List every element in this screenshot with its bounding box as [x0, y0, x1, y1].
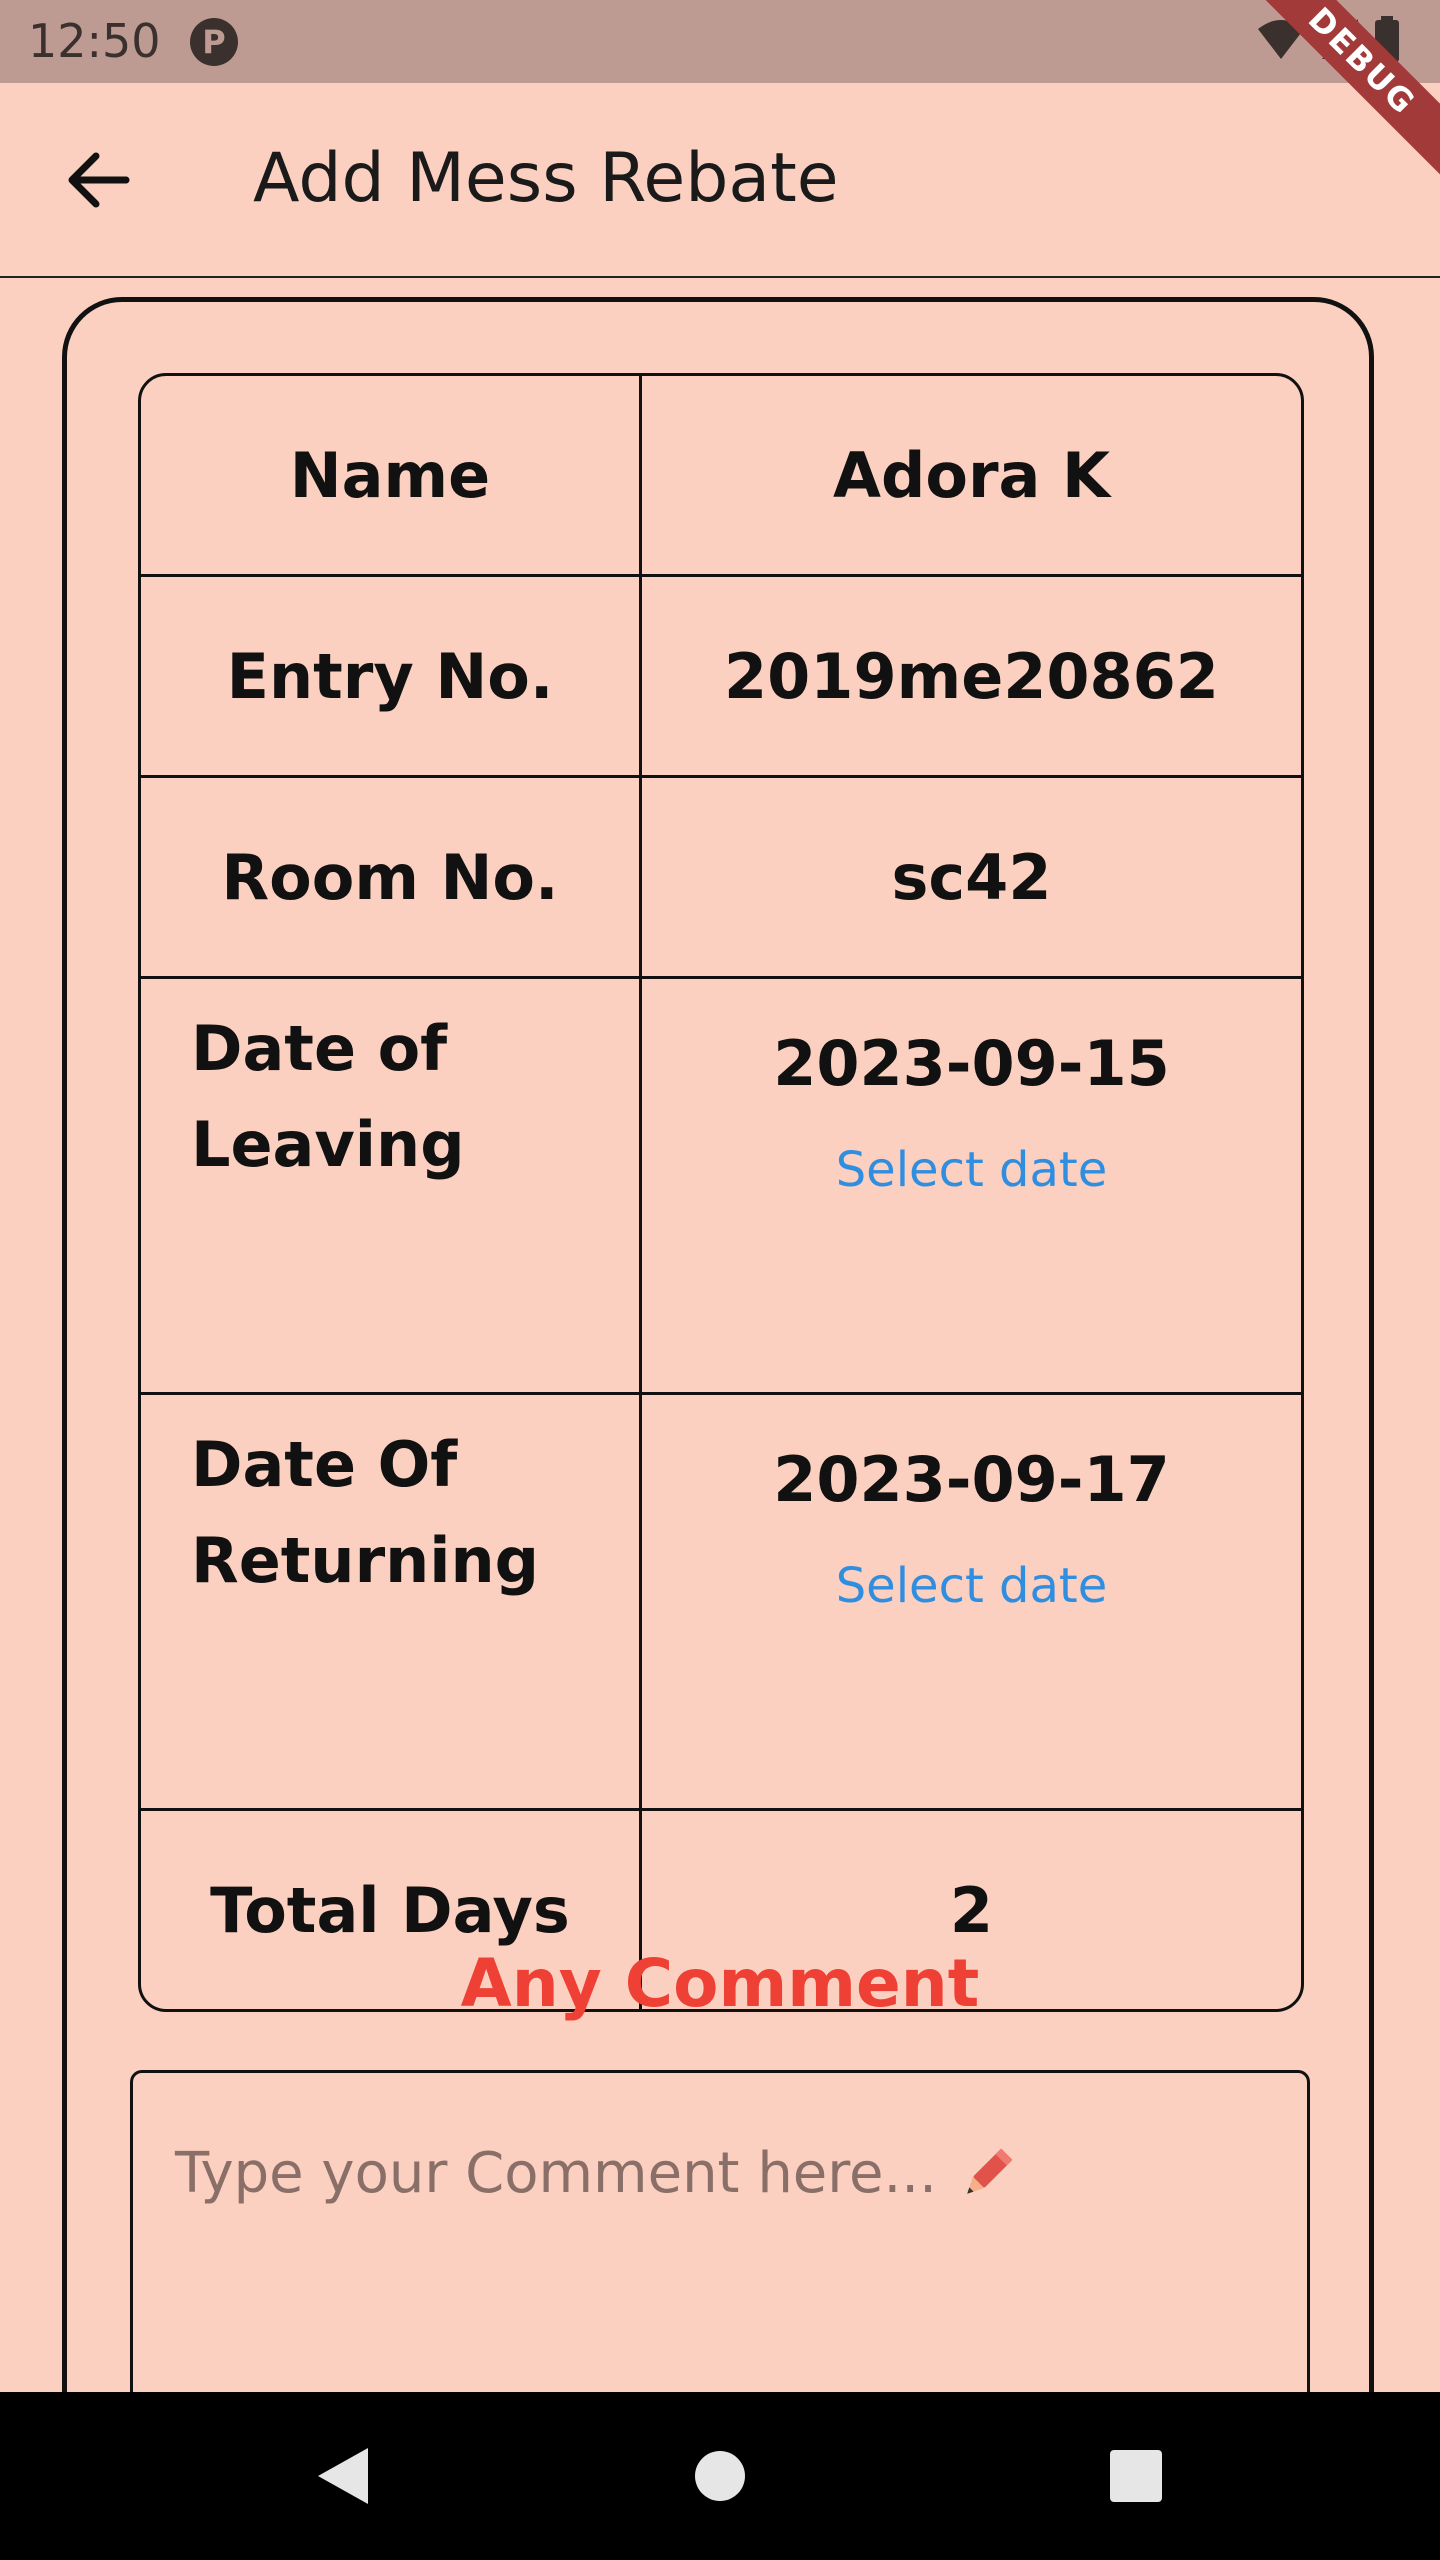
label-room-no: Room No.: [141, 778, 642, 979]
comment-heading: Any Comment: [460, 1945, 980, 2022]
table-row: Entry No. 2019me20862: [141, 577, 1301, 778]
label-date-of-returning: Date Of Returning: [141, 1395, 642, 1811]
app-notification-icon: P: [190, 18, 238, 66]
table-row: Date Of Returning 2023-09-17 Select date: [141, 1395, 1301, 1811]
value-room-no: sc42: [642, 778, 1301, 979]
label-entry-no: Entry No.: [141, 577, 642, 778]
select-returning-date-button[interactable]: Select date: [643, 1558, 1300, 1614]
select-leaving-date-button[interactable]: Select date: [643, 1142, 1300, 1198]
value-name: Adora K: [642, 376, 1301, 577]
value-date-of-leaving: 2023-09-15: [773, 1027, 1170, 1100]
rebate-info-table: Name Adora K Entry No. 2019me20862 Room …: [138, 373, 1304, 2012]
table-row: Name Adora K: [141, 376, 1301, 577]
recents-square-icon[interactable]: [1108, 2444, 1164, 2508]
arrow-back-icon: [68, 152, 130, 208]
table-row: Room No. sc42: [141, 778, 1301, 979]
status-bar: 12:50 P: [0, 0, 1440, 83]
pencil-icon: [967, 2148, 1013, 2194]
table-row: Date of Leaving 2023-09-15 Select date: [141, 979, 1301, 1395]
system-nav-bar: [0, 2392, 1440, 2560]
page-title: Add Mess Rebate: [253, 139, 839, 218]
comment-placeholder-text: Type your Comment here...: [175, 2141, 937, 2206]
back-button[interactable]: [58, 145, 138, 215]
value-entry-no: 2019me20862: [642, 577, 1301, 778]
comment-placeholder: Type your Comment here...: [175, 2141, 1019, 2206]
back-triangle-icon[interactable]: [312, 2444, 372, 2508]
label-date-of-leaving: Date of Leaving: [141, 979, 642, 1395]
status-time: 12:50: [28, 14, 161, 68]
value-date-of-returning: 2023-09-17: [773, 1443, 1170, 1516]
label-name: Name: [141, 376, 642, 577]
home-circle-icon[interactable]: [694, 2444, 746, 2508]
app-bar: Add Mess Rebate: [0, 83, 1440, 278]
date-of-leaving-cell: 2023-09-15 Select date: [642, 979, 1301, 1395]
date-of-returning-cell: 2023-09-17 Select date: [642, 1395, 1301, 1811]
comment-input[interactable]: Type your Comment here...: [130, 2070, 1310, 2400]
